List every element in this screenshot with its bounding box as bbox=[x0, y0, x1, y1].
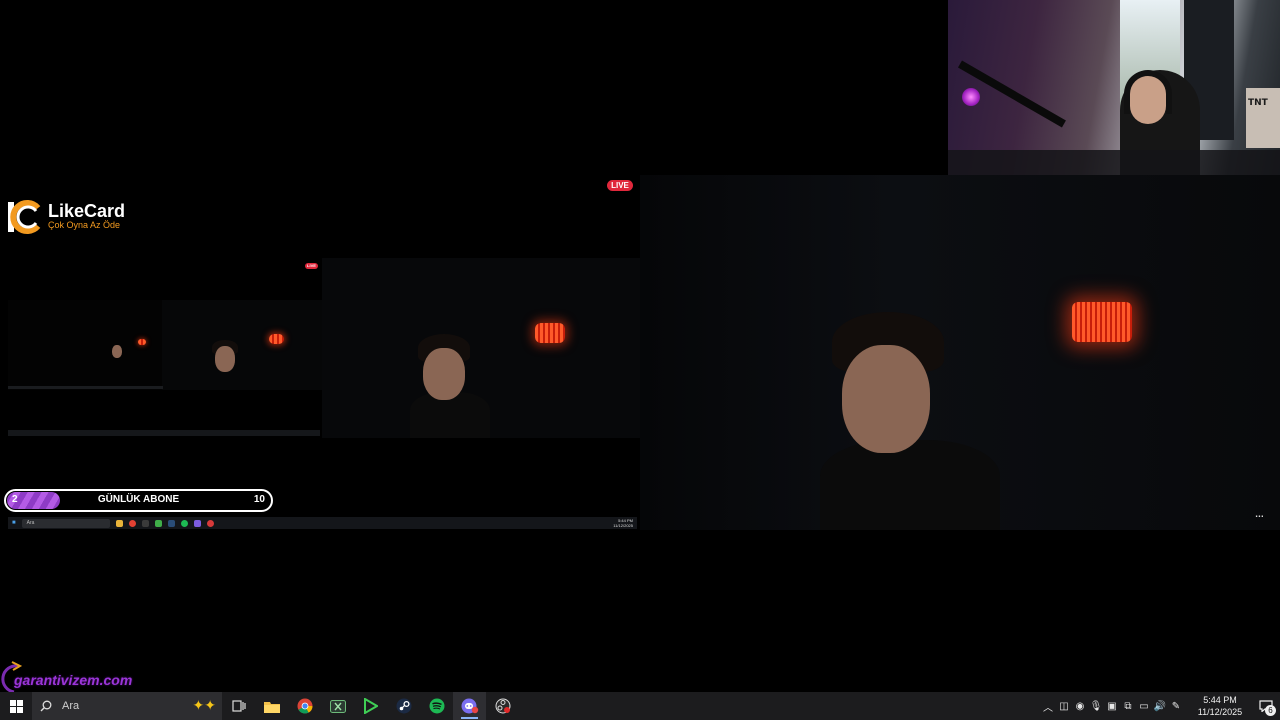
tray-nvidia-icon[interactable]: ◉ bbox=[1072, 692, 1088, 720]
spotify-icon bbox=[429, 698, 444, 714]
volume-icon[interactable]: 🔊 bbox=[1152, 692, 1168, 720]
chrome-icon bbox=[128, 519, 136, 527]
microphone-icon[interactable]: 🎙 bbox=[1088, 692, 1104, 720]
webcam-overlay: TNT bbox=[948, 0, 1280, 187]
goal-target: 10 bbox=[253, 494, 265, 505]
daily-subscriber-goal: 2 GÜNLÜK ABONE 10 bbox=[4, 489, 273, 512]
nested-clock: 5:44 PM 11/12/2025 bbox=[613, 518, 633, 528]
nested-clock-date: 11/12/2025 bbox=[613, 523, 633, 528]
pen-icon[interactable]: ✎ bbox=[1168, 692, 1184, 720]
notification-count: 6 bbox=[1265, 705, 1276, 716]
tray-display-icon[interactable]: ⧉ bbox=[1120, 692, 1136, 720]
headset-icon bbox=[1124, 70, 1172, 114]
goal-title: GÜNLÜK ABONE bbox=[97, 494, 180, 505]
spotify-button[interactable] bbox=[420, 692, 453, 720]
heater-glow bbox=[1072, 302, 1132, 342]
tray-app-icon[interactable]: ◫ bbox=[1056, 692, 1072, 720]
search-icon bbox=[40, 700, 52, 712]
heater-glow-tiny bbox=[138, 339, 146, 345]
tnt-box bbox=[1246, 88, 1280, 148]
xbox-app-button[interactable] bbox=[321, 692, 354, 720]
play-launcher-icon bbox=[363, 698, 378, 714]
start-button[interactable] bbox=[0, 692, 32, 720]
capture-scene-small bbox=[162, 300, 322, 390]
copilot-sparkle-icon: ✦✦ bbox=[192, 697, 216, 713]
file-explorer-button[interactable] bbox=[255, 692, 288, 720]
discord-icon bbox=[461, 698, 478, 714]
likecard-name: LikeCard bbox=[48, 201, 126, 221]
taskbar-clock[interactable]: 5:44 PM 11/12/2025 bbox=[1190, 694, 1250, 718]
obs-record-icon bbox=[206, 519, 214, 527]
xbox-app-icon bbox=[329, 699, 346, 713]
spotify-icon bbox=[180, 519, 188, 527]
folder-icon bbox=[115, 519, 123, 527]
obs-record-icon bbox=[495, 698, 510, 714]
play-launcher-button[interactable] bbox=[354, 692, 387, 720]
windows-taskbar: Ara ✦✦ ︿ ◫ ◉ 🎙 ▣ ⧉ ▭ 🔊 ✎ 5:44 PM 11/12/2… bbox=[0, 692, 1280, 720]
discord-button[interactable] bbox=[453, 692, 486, 720]
xbox-app-icon bbox=[141, 519, 149, 527]
network-icon[interactable]: ▭ bbox=[1136, 692, 1152, 720]
tnt-box-label: TNT bbox=[1248, 98, 1268, 108]
steam-icon bbox=[396, 698, 411, 714]
likecard-logo: LikeCard Çok Oyna Az Öde bbox=[2, 196, 142, 238]
heater-glow-mid bbox=[535, 323, 565, 343]
live-badge-nested: LIVE bbox=[305, 263, 318, 269]
windows-logo-icon bbox=[9, 699, 23, 713]
search-placeholder: Ara bbox=[62, 700, 80, 712]
heater-glow-small bbox=[269, 334, 284, 344]
tray-capture-icon[interactable]: ▣ bbox=[1104, 692, 1120, 720]
likecard-slogan: Çok Oyna Az Öde bbox=[48, 220, 121, 230]
nested-taskbar: ■ Ara 5:44 PM 11/12/2025 bbox=[8, 517, 637, 529]
capture-scene-tiny bbox=[8, 300, 162, 390]
obs-button[interactable] bbox=[486, 692, 519, 720]
file-explorer-icon bbox=[263, 701, 280, 713]
steam-icon bbox=[167, 519, 175, 527]
chrome-button[interactable] bbox=[288, 692, 321, 720]
task-view-icon bbox=[231, 700, 246, 712]
notification-center-button[interactable]: 6 bbox=[1254, 692, 1278, 720]
system-tray: ︿ ◫ ◉ 🎙 ▣ ⧉ ▭ 🔊 ✎ 5:44 PM 11/12/2025 6 bbox=[1040, 692, 1280, 720]
play-launcher-icon bbox=[154, 519, 162, 527]
nested-taskbar-tiny bbox=[8, 386, 163, 389]
taskbar-search[interactable]: Ara ✦✦ bbox=[32, 692, 222, 720]
garantivizem-logo: garantivizem.com bbox=[0, 660, 150, 696]
more-options-button[interactable]: ... bbox=[1250, 505, 1268, 522]
discord-icon bbox=[193, 519, 201, 527]
rgb-light bbox=[962, 88, 980, 106]
tray-overflow-chevron-icon[interactable]: ︿ bbox=[1040, 692, 1056, 720]
nested-taskbar-small bbox=[8, 430, 320, 436]
garantivizem-text: garantivizem.com bbox=[14, 672, 133, 688]
likecard-mark-icon bbox=[8, 200, 41, 234]
clock-time: 5:44 PM bbox=[1203, 695, 1237, 705]
chrome-icon bbox=[297, 698, 312, 714]
live-badge: LIVE bbox=[607, 180, 633, 191]
task-view-button[interactable] bbox=[222, 692, 255, 720]
clock-date: 11/12/2025 bbox=[1197, 707, 1243, 717]
windows-start-icon: ■ bbox=[12, 520, 16, 526]
steam-button[interactable] bbox=[387, 692, 420, 720]
nested-search-box: Ara bbox=[21, 518, 110, 528]
